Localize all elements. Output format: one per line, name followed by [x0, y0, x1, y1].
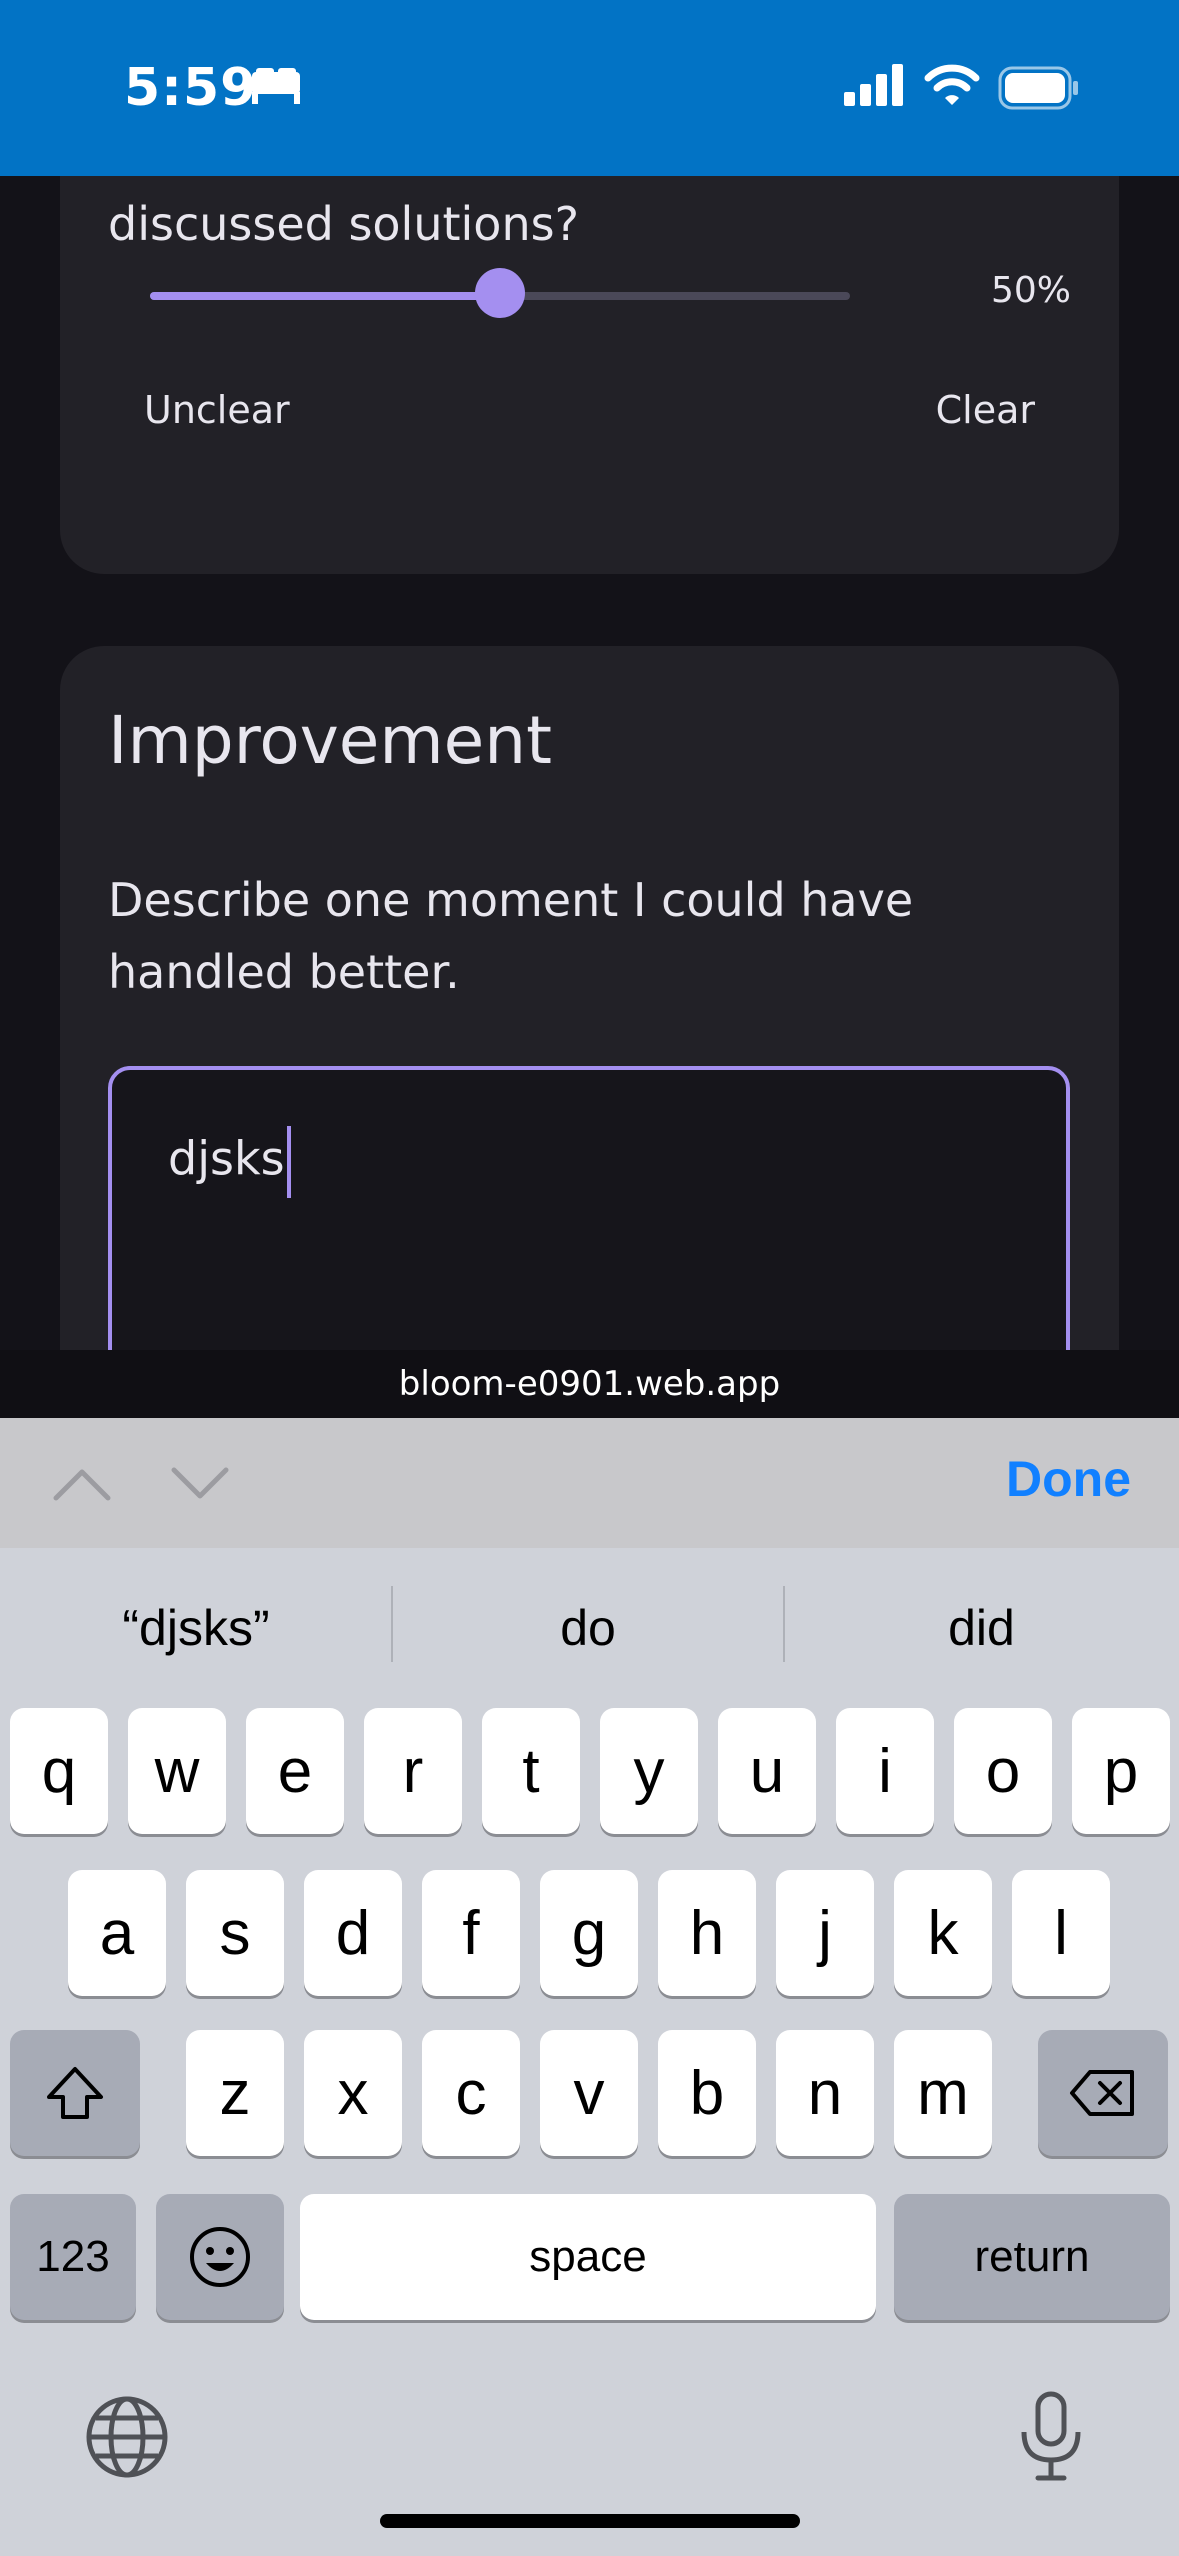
delete-key[interactable]: [1038, 2030, 1168, 2156]
key-q[interactable]: q: [10, 1708, 108, 1834]
numbers-key[interactable]: 123: [10, 2194, 136, 2320]
suggestion-2[interactable]: do: [392, 1548, 784, 1708]
key-l[interactable]: l: [1012, 1870, 1110, 1996]
key-w[interactable]: w: [128, 1708, 226, 1834]
answer-text: djsks: [168, 1126, 291, 1198]
battery-icon: [998, 66, 1080, 110]
signal-icon: [844, 64, 904, 106]
keyboard: “djsks” do did qwertyuiop asdfghjkl zxcv…: [0, 1548, 1179, 2556]
previous-field-button[interactable]: [52, 1460, 112, 1506]
clarity-slider[interactable]: [150, 268, 850, 318]
key-b[interactable]: b: [658, 2030, 756, 2156]
answer-value: djsks: [168, 1131, 285, 1186]
home-indicator[interactable]: [380, 2514, 800, 2528]
key-y[interactable]: y: [600, 1708, 698, 1834]
suggestion-1[interactable]: “djsks”: [0, 1548, 392, 1708]
backspace-icon: [1070, 2070, 1134, 2116]
key-f[interactable]: f: [422, 1870, 520, 1996]
slider-value: 50%: [990, 270, 1071, 311]
key-o[interactable]: o: [954, 1708, 1052, 1834]
key-g[interactable]: g: [540, 1870, 638, 1996]
sleep-icon: [250, 66, 302, 106]
key-c[interactable]: c: [422, 2030, 520, 2156]
status-time: 5:59: [124, 58, 258, 118]
key-a[interactable]: a: [68, 1870, 166, 1996]
done-button[interactable]: Done: [1006, 1450, 1131, 1508]
clarity-question: discussed solutions?: [108, 197, 579, 251]
key-t[interactable]: t: [482, 1708, 580, 1834]
key-e[interactable]: e: [246, 1708, 344, 1834]
emoji-icon: [190, 2227, 250, 2287]
key-p[interactable]: p: [1072, 1708, 1170, 1834]
slider-thumb[interactable]: [475, 268, 525, 318]
shift-key[interactable]: [10, 2030, 140, 2156]
key-i[interactable]: i: [836, 1708, 934, 1834]
space-key[interactable]: space: [300, 2194, 876, 2320]
key-j[interactable]: j: [776, 1870, 874, 1996]
text-caret: [286, 1126, 291, 1198]
return-key[interactable]: return: [894, 2194, 1170, 2320]
slider-min-label: Unclear: [144, 388, 290, 432]
clarity-card: discussed solutions? 50% Unclear Clear: [60, 176, 1119, 574]
section-title: Improvement: [108, 702, 552, 779]
slider-max-label: Clear: [935, 388, 1035, 432]
key-n[interactable]: n: [776, 2030, 874, 2156]
next-field-button[interactable]: [170, 1460, 230, 1506]
key-s[interactable]: s: [186, 1870, 284, 1996]
key-d[interactable]: d: [304, 1870, 402, 1996]
key-h[interactable]: h: [658, 1870, 756, 1996]
suggestion-3[interactable]: did: [784, 1548, 1179, 1708]
improvement-card: Improvement Describe one moment I could …: [60, 646, 1119, 1352]
chevron-up-icon: [53, 1469, 111, 1501]
wifi-icon: [924, 62, 980, 108]
url-bar[interactable]: bloom-e0901.web.app: [0, 1350, 1179, 1418]
slider-fill: [150, 292, 500, 300]
key-r[interactable]: r: [364, 1708, 462, 1834]
key-z[interactable]: z: [186, 2030, 284, 2156]
key-v[interactable]: v: [540, 2030, 638, 2156]
survey-content[interactable]: discussed solutions? 50% Unclear Clear I…: [0, 176, 1179, 1352]
shift-icon: [47, 2067, 103, 2119]
status-bar: 5:59: [0, 0, 1179, 176]
globe-icon[interactable]: [84, 2394, 170, 2480]
emoji-key[interactable]: [156, 2194, 284, 2320]
microphone-icon[interactable]: [1018, 2390, 1084, 2484]
improvement-answer-field[interactable]: djsks: [108, 1066, 1070, 1352]
key-u[interactable]: u: [718, 1708, 816, 1834]
key-k[interactable]: k: [894, 1870, 992, 1996]
key-m[interactable]: m: [894, 2030, 992, 2156]
keyboard-accessory-bar: Done: [0, 1418, 1179, 1548]
improvement-question: Describe one moment I could have handled…: [108, 873, 914, 999]
chevron-down-icon: [171, 1467, 229, 1499]
key-x[interactable]: x: [304, 2030, 402, 2156]
